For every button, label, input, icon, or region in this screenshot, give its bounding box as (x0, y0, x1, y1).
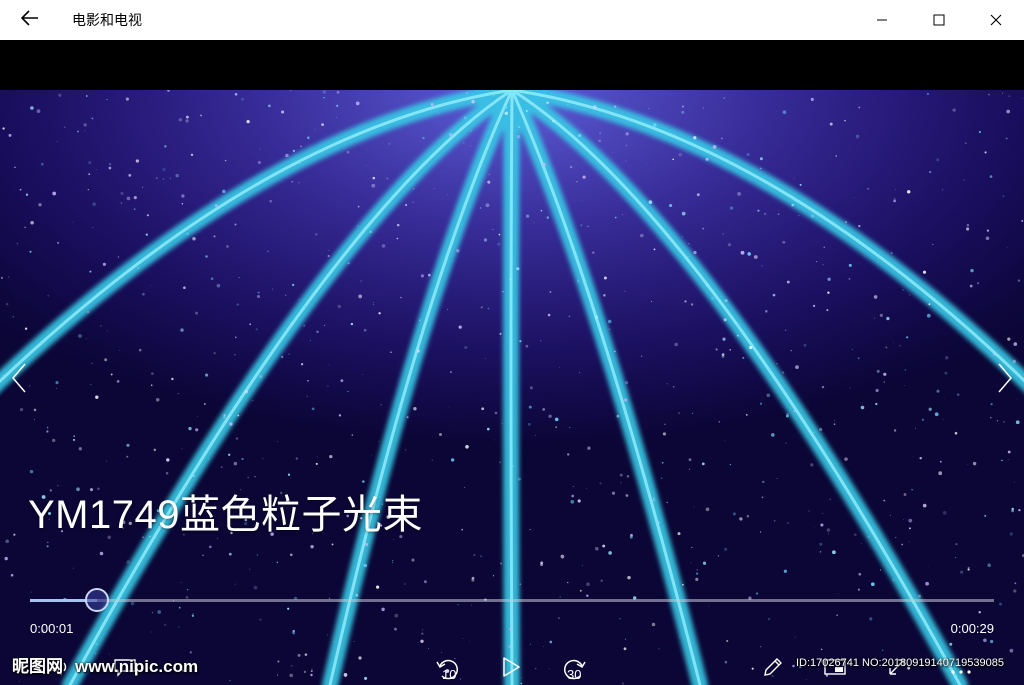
close-button[interactable] (967, 0, 1024, 40)
chevron-left-icon (11, 362, 27, 398)
current-time: 0:00:01 (30, 621, 74, 636)
edit-button[interactable] (756, 653, 790, 685)
particle-beams-image (0, 90, 1024, 685)
minimize-icon (876, 11, 888, 30)
seek-bar[interactable] (30, 599, 994, 602)
skip-forward-label: 30 (567, 667, 582, 682)
skip-forward-30-icon: 30 (559, 654, 589, 684)
back-button[interactable] (0, 0, 60, 40)
video-player[interactable]: YM1749蓝色粒子光束 0:00:01 0:00:29 10 30 昵图网 w… (0, 90, 1024, 685)
watermark-logo-text: 昵图网 (12, 657, 63, 676)
watermark-id: ID:17026741 NO:20180919140719539085 (796, 657, 1004, 669)
close-icon (990, 11, 1002, 30)
pen-icon (762, 656, 784, 682)
play-icon (501, 656, 521, 682)
video-title: YM1749蓝色粒子光束 (28, 493, 423, 537)
watermark-logo: 昵图网 www.nipic.com (12, 652, 198, 677)
app-title: 电影和电视 (72, 13, 142, 29)
next-button[interactable] (990, 360, 1020, 400)
skip-back-10-icon: 10 (433, 654, 463, 684)
window-controls (853, 0, 1024, 40)
maximize-icon (933, 11, 945, 30)
chevron-right-icon (997, 362, 1013, 398)
skip-back-label: 10 (442, 667, 457, 682)
maximize-button[interactable] (910, 0, 967, 40)
watermark-site: www.nipic.com (75, 657, 199, 676)
skip-forward-button[interactable]: 30 (556, 653, 592, 685)
arrow-left-icon (20, 10, 39, 30)
minimize-button[interactable] (853, 0, 910, 40)
title-bar: 电影和电视 (0, 0, 1024, 40)
previous-button[interactable] (4, 360, 34, 400)
skip-back-button[interactable]: 10 (430, 653, 466, 685)
total-time: 0:00:29 (950, 621, 994, 636)
letterbox-bar (0, 40, 1024, 90)
play-button[interactable] (494, 653, 528, 685)
